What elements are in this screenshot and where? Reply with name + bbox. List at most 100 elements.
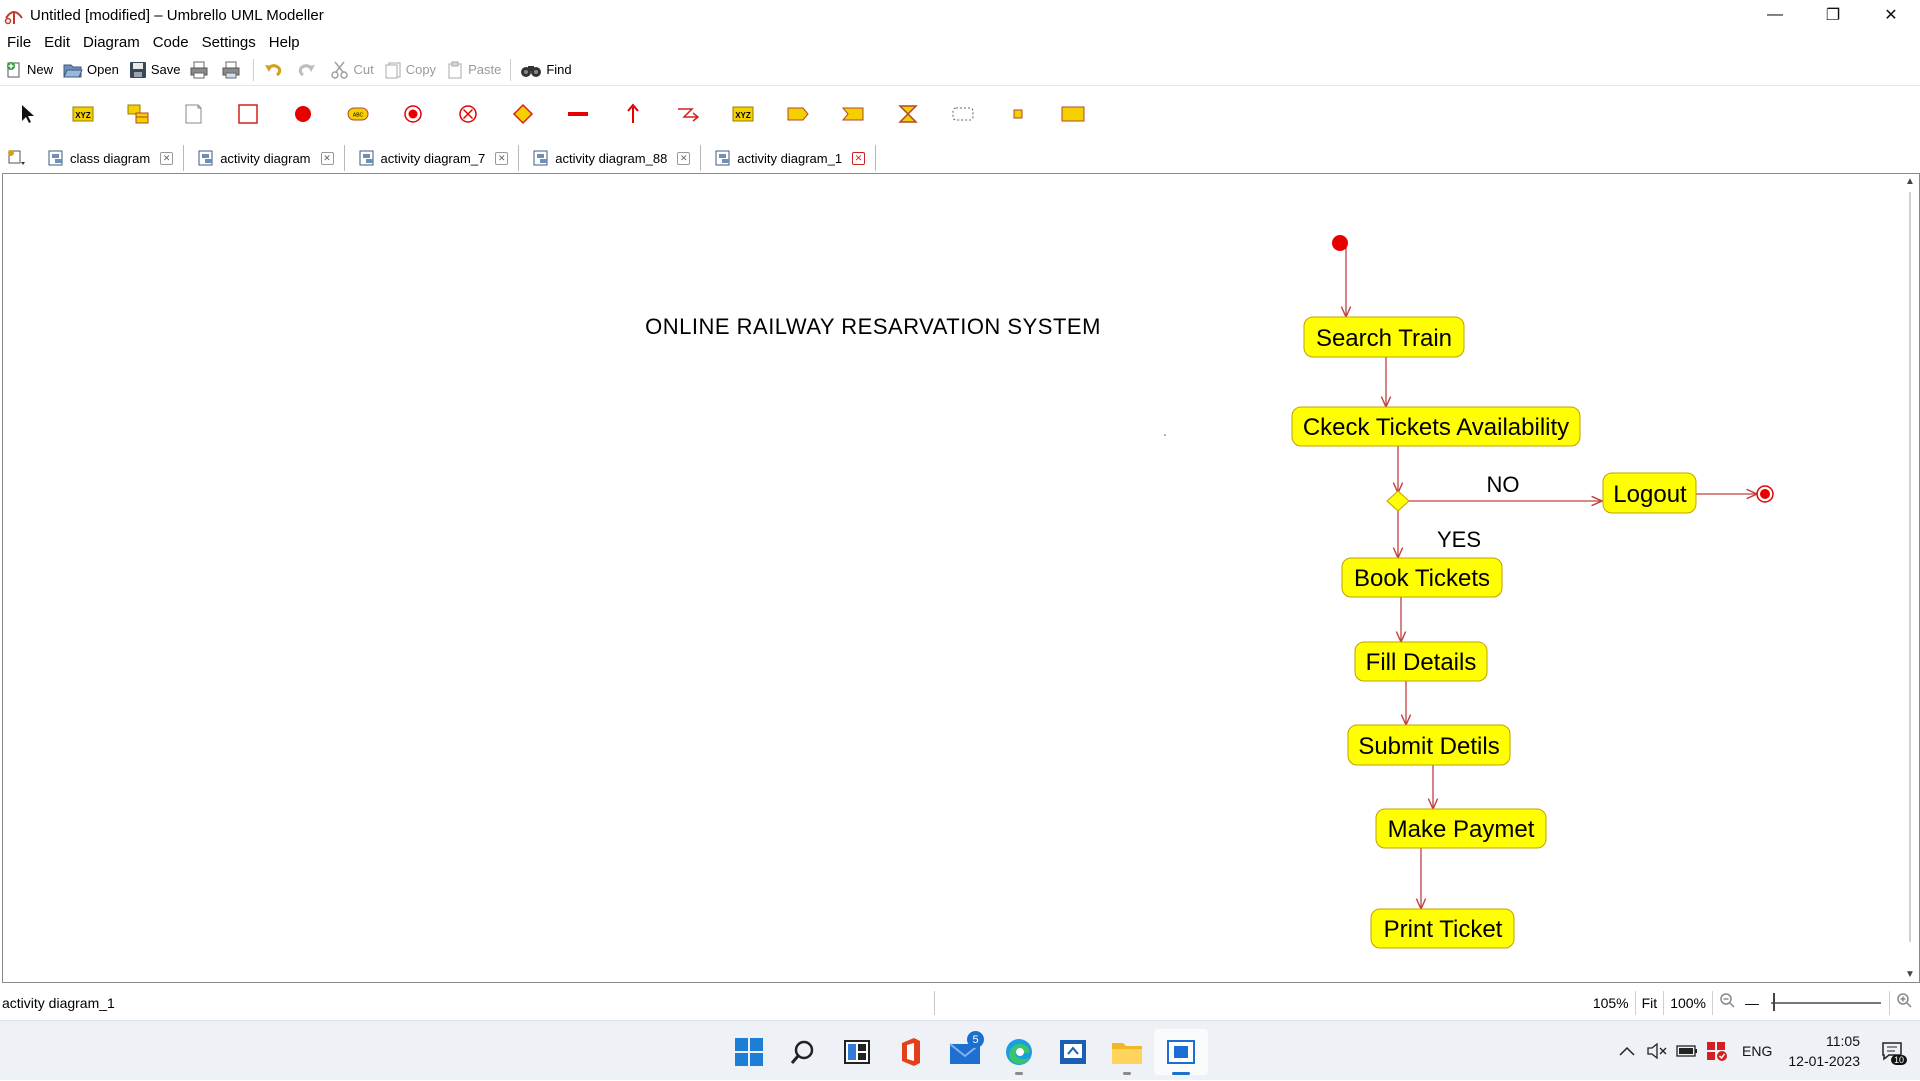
open-button[interactable]: Open [58,56,124,84]
zoom-100-button[interactable]: 100% [1663,991,1712,1015]
zoom-slider[interactable] [1771,993,1881,1011]
toolbar-separator [253,58,255,81]
print-preview-button[interactable] [217,56,249,84]
menu-settings[interactable]: Settings [196,34,262,51]
zoom-out-button[interactable] [1712,991,1741,1015]
activity-submit-details[interactable]: Submit Detils [1347,724,1511,766]
copy-button[interactable]: Copy [379,56,441,84]
region-tool[interactable] [935,97,990,131]
scroll-up-icon[interactable]: ▲ [1905,176,1915,187]
menu-diagram[interactable]: Diagram [77,34,146,51]
accept-time-icon [897,105,918,123]
select-tool[interactable] [0,97,55,131]
fork-tool[interactable] [550,97,605,131]
class-tool[interactable] [110,97,165,131]
activity-label: Make Paymet [1388,816,1535,843]
zoom-in-button[interactable] [1889,991,1920,1015]
minimize-button[interactable]: — [1746,0,1804,30]
activity-logout[interactable]: Logout [1602,472,1697,514]
zoom-minus-icon[interactable]: — [1741,995,1763,1011]
edge-browser-app[interactable] [992,1029,1046,1075]
print-button[interactable] [185,56,217,84]
final-activity-tool[interactable] [440,97,495,131]
end-activity-tool[interactable] [385,97,440,131]
menu-file[interactable]: File [1,34,37,51]
activity-print-ticket[interactable]: Print Ticket [1370,908,1515,949]
security-tray-button[interactable] [1702,1041,1732,1061]
activity-diagram[interactable]: ONLINE RAILWAY RESARVATION SYSTEM Search [3,174,1901,982]
scroll-down-icon[interactable]: ▼ [1905,969,1915,980]
menu-help[interactable]: Help [263,34,306,51]
clock[interactable]: 11:05 12-01-2023 [1782,1031,1872,1071]
paste-button[interactable]: Paste [441,56,506,84]
restore-button[interactable]: ❐ [1804,0,1862,30]
branch-tool[interactable] [495,97,550,131]
close-tab-icon[interactable]: ✕ [320,151,334,165]
partition-tool[interactable] [1045,97,1100,131]
activity-fill-details[interactable]: Fill Details [1354,641,1488,682]
scroll-track[interactable] [1909,192,1911,942]
chevron-up-icon [1619,1046,1635,1056]
remote-desktop-app[interactable] [1046,1029,1100,1075]
task-view-button[interactable] [830,1029,884,1075]
notification-center-button[interactable]: 10 [1872,1031,1912,1071]
close-button[interactable]: ✕ [1862,0,1920,30]
diagram-title[interactable]: ONLINE RAILWAY RESARVATION SYSTEM [645,314,1101,339]
decision-node[interactable] [1386,490,1410,512]
vertical-scrollbar[interactable]: ▲ ▼ [1902,174,1919,982]
initial-state-icon [294,106,311,122]
note-tool[interactable] [165,97,220,131]
activity-book-tickets[interactable]: Book Tickets [1341,557,1503,598]
undo-button[interactable] [258,56,292,84]
activity-tool[interactable]: ABC [330,97,385,131]
zoom-fit-button[interactable]: Fit [1634,991,1664,1015]
zoom-slider-knob[interactable] [1773,993,1775,1011]
initial-state-tool[interactable] [275,97,330,131]
object-tool[interactable]: XYZ [55,97,110,131]
menu-edit[interactable]: Edit [38,34,76,51]
tab-class-diagram[interactable]: class diagram ✕ [40,145,185,171]
accept-signal-tool[interactable] [825,97,880,131]
new-tab-button[interactable] [0,146,34,170]
activity-label: Submit Detils [1358,733,1499,760]
show-hidden-icons-button[interactable] [1612,1046,1642,1056]
exception-tool[interactable] [660,97,715,131]
volume-button[interactable] [1642,1043,1672,1059]
menu-code[interactable]: Code [147,34,195,51]
language-indicator[interactable]: ENG [1732,1043,1782,1059]
find-button[interactable]: Find [515,56,576,84]
cut-button[interactable]: Cut [326,56,378,84]
redo-button[interactable] [292,56,326,84]
office-app[interactable] [884,1029,938,1075]
close-tab-icon[interactable]: ✕ [677,151,691,165]
file-explorer-app[interactable] [1100,1029,1154,1075]
send-signal-tool[interactable] [770,97,825,131]
search-taskbar-button[interactable] [776,1029,830,1075]
tab-activity-diagram[interactable]: activity diagram ✕ [190,145,345,171]
start-button[interactable] [722,1029,776,1075]
box-tool[interactable] [220,97,275,131]
close-tab-icon[interactable]: ✕ [852,151,866,165]
umbrello-taskbar-app[interactable] [1154,1029,1208,1075]
tab-activity-diagram-88[interactable]: activity diagram_88 ✕ [525,145,702,171]
object-node-tool[interactable]: XYZ [715,97,770,131]
activity-check-availability[interactable]: Ckeck Tickets Availability [1291,406,1581,447]
tab-activity-diagram-7[interactable]: activity diagram_7 ✕ [351,145,520,171]
guard-no[interactable]: NO [1487,472,1520,497]
close-tab-icon[interactable]: ✕ [160,151,174,165]
anchor-tool[interactable] [605,97,660,131]
accept-time-tool[interactable] [880,97,935,131]
battery-button[interactable] [1672,1044,1702,1058]
save-button[interactable]: Save [124,56,186,84]
diagram-canvas[interactable]: ONLINE RAILWAY RESARVATION SYSTEM Search [2,173,1920,983]
pin-tool[interactable] [990,97,1045,131]
initial-node[interactable] [1332,235,1348,251]
activity-search-train[interactable]: Search Train [1303,316,1465,358]
mail-app[interactable]: 5 [938,1029,992,1075]
umbrello-app-icon [4,11,23,25]
activity-make-payment[interactable]: Make Paymet [1375,808,1547,849]
guard-yes[interactable]: YES [1437,527,1481,552]
new-button[interactable]: New [0,56,58,84]
close-tab-icon[interactable]: ✕ [495,151,509,165]
tab-activity-diagram-1[interactable]: activity diagram_1 ✕ [707,145,877,171]
